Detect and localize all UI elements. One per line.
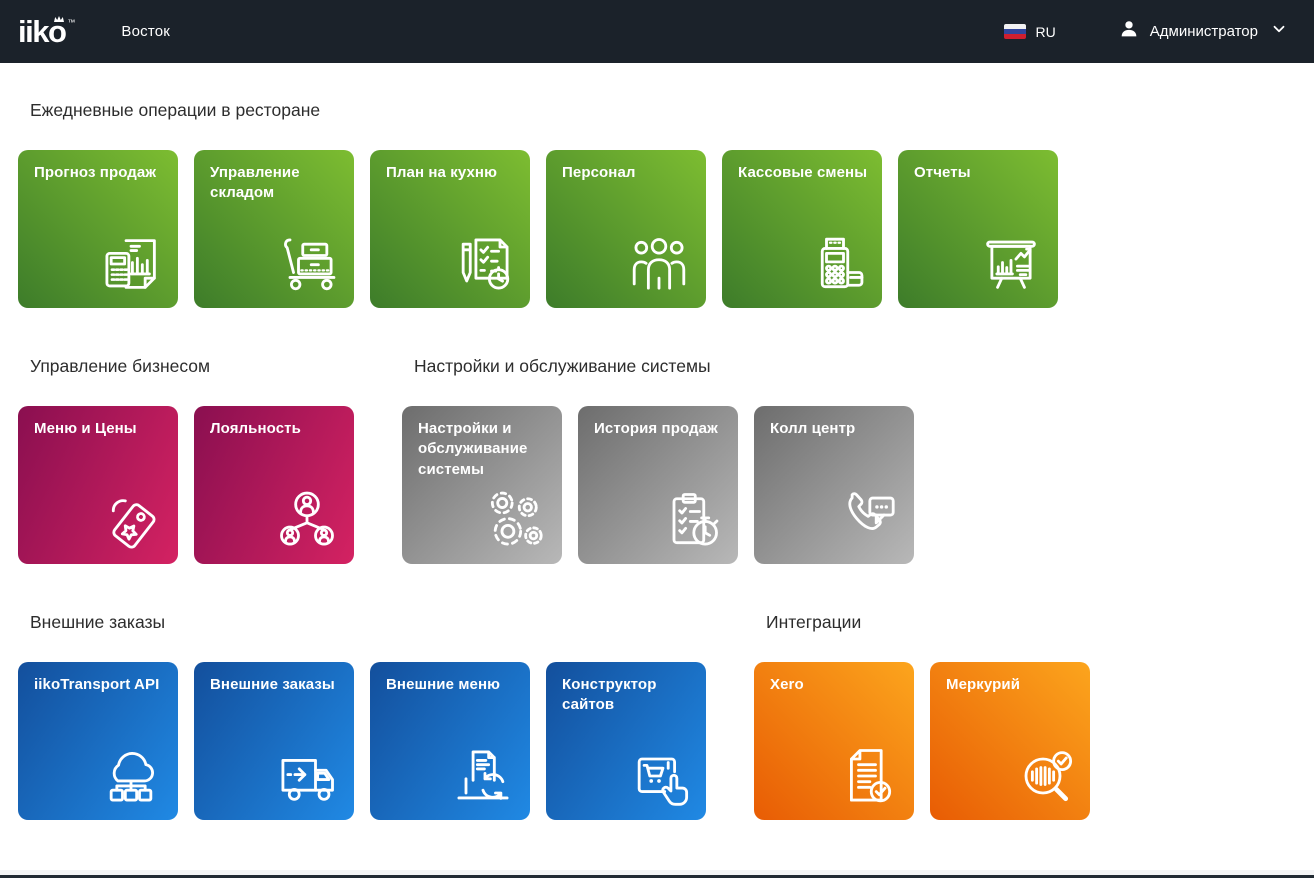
report-board-icon: [977, 230, 1045, 298]
tile-xero[interactable]: Xero: [754, 662, 914, 820]
app-logo[interactable]: iiko ™: [18, 16, 75, 47]
section-business-management: Управление бизнесом Меню и Цены: [18, 308, 354, 564]
dashboard: Ежедневные операции в ресторане Прогноз …: [0, 100, 1314, 820]
tile-kitchen-plan[interactable]: План на кухню: [370, 150, 530, 308]
document-check-icon: [833, 742, 901, 810]
tile-external-orders[interactable]: Внешние заказы: [194, 662, 354, 820]
chevron-down-icon: [1270, 20, 1288, 43]
tile-mercury[interactable]: Меркурий: [930, 662, 1090, 820]
org-name[interactable]: Восток: [121, 23, 170, 40]
tile-sales-history[interactable]: История продаж: [578, 406, 738, 564]
tile-iikotransport-api[interactable]: iikoTransport API: [18, 662, 178, 820]
section-system-settings: Настройки и обслуживание системы Настрой…: [402, 308, 914, 564]
section-integrations: Интеграции Xero Меркурий: [754, 564, 1090, 820]
tile-site-builder[interactable]: Конструктор сайтов: [546, 662, 706, 820]
menu-sync-icon: [449, 742, 517, 810]
section-title: Внешние заказы: [30, 612, 706, 633]
language-selector[interactable]: RU: [1004, 24, 1056, 40]
tile-reports[interactable]: Отчеты: [898, 150, 1058, 308]
tile-cash-shifts[interactable]: Кассовые смены: [722, 150, 882, 308]
price-tags-icon: [97, 486, 165, 554]
tile-menu-prices[interactable]: Меню и Цены: [18, 406, 178, 564]
user-name: Администратор: [1150, 23, 1258, 40]
delivery-truck-icon: [273, 742, 341, 810]
section-title: Управление бизнесом: [30, 356, 354, 377]
logo-trademark: ™: [67, 18, 75, 27]
warehouse-cart-icon: [273, 230, 341, 298]
site-builder-icon: [625, 742, 693, 810]
russia-flag-icon: [1004, 24, 1026, 39]
tile-call-center[interactable]: Колл центр: [754, 406, 914, 564]
tile-system-settings[interactable]: Настройки и обслуживание системы: [402, 406, 562, 564]
loyalty-network-icon: [273, 486, 341, 554]
section-title: Ежедневные операции в ресторане: [30, 100, 1314, 121]
barcode-search-icon: [1009, 742, 1077, 810]
logo-crown-icon: [53, 10, 65, 28]
phone-chat-icon: [833, 486, 901, 554]
section-external-orders: Внешние заказы iikoTransport API: [18, 564, 706, 820]
user-menu[interactable]: Администратор: [1118, 18, 1288, 45]
clipboard-stopwatch-icon: [657, 486, 725, 554]
gears-icon: [481, 486, 549, 554]
tile-warehouse-management[interactable]: Управление складом: [194, 150, 354, 308]
section-title: Настройки и обслуживание системы: [414, 356, 914, 377]
tile-loyalty[interactable]: Лояльность: [194, 406, 354, 564]
footer-bar: [0, 870, 1314, 878]
calculator-chart-icon: [97, 230, 165, 298]
tile-staff[interactable]: Персонал: [546, 150, 706, 308]
kitchen-plan-icon: [449, 230, 517, 298]
tile-sales-forecast[interactable]: Прогноз продаж: [18, 150, 178, 308]
section-title: Интеграции: [766, 612, 1090, 633]
tile-external-menus[interactable]: Внешние меню: [370, 662, 530, 820]
top-bar: iiko ™ Восток RU Администратор: [0, 0, 1314, 63]
pos-terminal-icon: [801, 230, 869, 298]
section-daily-operations: Ежедневные операции в ресторане Прогноз …: [18, 100, 1314, 308]
user-icon: [1118, 18, 1140, 45]
staff-icon: [625, 230, 693, 298]
language-code: RU: [1036, 24, 1056, 40]
cloud-network-icon: [97, 742, 165, 810]
